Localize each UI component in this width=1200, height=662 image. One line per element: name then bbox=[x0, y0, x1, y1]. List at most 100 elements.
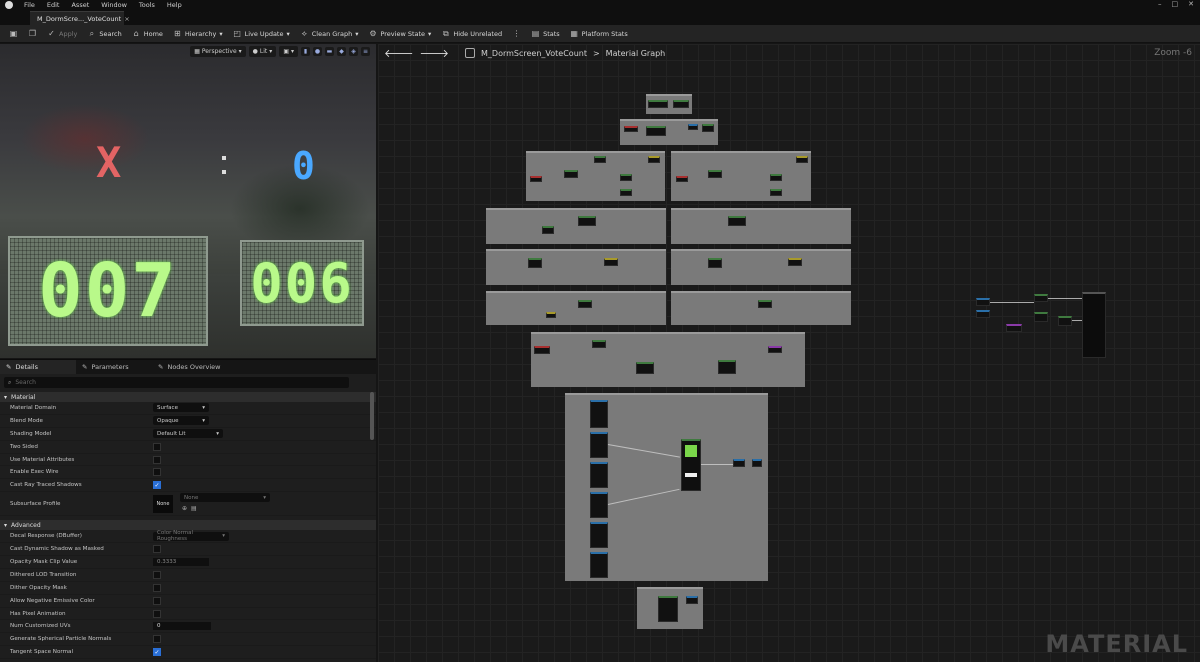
category-advanced[interactable]: ▾ Advanced bbox=[0, 520, 376, 531]
graph-node[interactable] bbox=[676, 176, 688, 182]
graph-node[interactable] bbox=[728, 216, 746, 226]
graph-node[interactable] bbox=[976, 298, 990, 306]
lit-button[interactable]: ● Lit ▾ bbox=[248, 46, 277, 57]
num-customized-uvs-input[interactable]: 0 bbox=[153, 622, 211, 631]
graph-node[interactable] bbox=[688, 124, 698, 130]
preview-settings-icon[interactable]: ≡ bbox=[361, 47, 370, 56]
graph-node[interactable] bbox=[590, 400, 608, 428]
preview-state-button[interactable]: ⚙ Preview State ▾ bbox=[363, 25, 436, 43]
browse-asset-icon[interactable]: ▤ bbox=[191, 505, 197, 512]
graph-node[interactable] bbox=[528, 258, 542, 268]
search-button[interactable]: ⌕ Search bbox=[82, 25, 126, 43]
document-tab[interactable]: M_DormScre..._VoteCount × bbox=[30, 11, 130, 25]
graph-node[interactable] bbox=[681, 439, 701, 491]
graph-node[interactable] bbox=[590, 522, 608, 548]
graph-node[interactable] bbox=[976, 310, 990, 318]
use-material-attributes-checkbox[interactable] bbox=[153, 455, 161, 464]
cast-ray-traced-shadows-checkbox[interactable]: ✓ bbox=[153, 481, 161, 490]
graph-node[interactable] bbox=[590, 462, 608, 488]
graph-node[interactable] bbox=[1006, 324, 1022, 332]
dither-opacity-mask-checkbox[interactable] bbox=[153, 583, 161, 592]
details-scrollbar[interactable] bbox=[370, 392, 374, 440]
menu-help[interactable]: Help bbox=[161, 1, 188, 9]
opacity-mask-clip-input[interactable]: 0.3333 bbox=[153, 557, 209, 566]
preview-cylinder-icon[interactable]: ▮ bbox=[301, 47, 310, 56]
menu-window[interactable]: Window bbox=[95, 1, 133, 9]
graph-node[interactable] bbox=[752, 459, 762, 467]
hierarchy-button[interactable]: ⊞ Hierarchy ▾ bbox=[168, 25, 228, 43]
minimize-icon[interactable]: – bbox=[1158, 0, 1162, 9]
graph-node[interactable] bbox=[648, 100, 668, 108]
toolbar-more-button[interactable]: ⋮ bbox=[507, 25, 526, 43]
graph-node[interactable] bbox=[578, 216, 596, 226]
comment-box[interactable] bbox=[671, 151, 811, 201]
graph-node[interactable] bbox=[620, 189, 632, 196]
graph-node[interactable] bbox=[718, 360, 736, 374]
back-arrow-icon[interactable]: 🡐 bbox=[384, 46, 414, 60]
graph-node[interactable] bbox=[530, 176, 542, 182]
perspective-button[interactable]: ▦ Perspective ▾ bbox=[190, 46, 246, 57]
graph-node[interactable] bbox=[620, 174, 632, 181]
maximize-icon[interactable]: □ bbox=[1172, 0, 1179, 9]
material-graph-canvas[interactable]: 🡐 🡒 M_DormScreen_VoteCount > Material Gr… bbox=[378, 44, 1200, 662]
comment-box[interactable] bbox=[486, 249, 666, 285]
graph-node[interactable] bbox=[578, 300, 592, 308]
graph-node[interactable] bbox=[590, 552, 608, 578]
details-search-input[interactable]: ⌕ Search bbox=[4, 377, 349, 388]
graph-node[interactable] bbox=[788, 258, 802, 266]
two-sided-checkbox[interactable] bbox=[153, 442, 161, 451]
comment-box[interactable] bbox=[486, 291, 666, 325]
subsurface-thumbnail[interactable]: None bbox=[153, 495, 173, 514]
comment-box[interactable] bbox=[671, 249, 851, 285]
home-button[interactable]: ⌂ Home bbox=[127, 25, 168, 43]
tangent-space-normal-checkbox[interactable]: ✓ bbox=[153, 648, 161, 657]
graph-node[interactable] bbox=[702, 124, 714, 132]
menu-tools[interactable]: Tools bbox=[133, 1, 161, 9]
preview-sphere-icon[interactable]: ● bbox=[313, 47, 322, 56]
preview-viewport[interactable]: ▦ Perspective ▾ ● Lit ▾ ▣ ▾ ▮ ● ▬ ◆ ◈ ≡ X 0 0… bbox=[0, 44, 376, 358]
clean-graph-button[interactable]: ⟡ Clean Graph ▾ bbox=[295, 25, 364, 43]
graph-node[interactable] bbox=[542, 226, 554, 234]
comment-box[interactable] bbox=[486, 208, 666, 244]
save-button[interactable]: ▣ bbox=[4, 25, 23, 43]
graph-node[interactable] bbox=[1034, 312, 1048, 322]
graph-node[interactable] bbox=[590, 432, 608, 458]
forward-arrow-icon[interactable]: 🡒 bbox=[420, 46, 450, 60]
unreal-logo-icon[interactable] bbox=[0, 0, 18, 9]
browse-button[interactable]: ❐ bbox=[23, 25, 42, 43]
apply-button[interactable]: ✓ Apply bbox=[42, 25, 82, 43]
graph-node[interactable] bbox=[636, 362, 654, 374]
decal-response-dropdown[interactable]: Color Normal Roughness ▾ bbox=[153, 530, 229, 542]
graph-node[interactable] bbox=[592, 340, 606, 348]
graph-node[interactable] bbox=[708, 170, 722, 178]
tab-parameters[interactable]: ✎ Parameters bbox=[76, 360, 152, 374]
has-pixel-animation-checkbox[interactable] bbox=[153, 609, 161, 618]
breadcrumb-graph[interactable]: Material Graph bbox=[606, 49, 666, 58]
graph-node[interactable] bbox=[594, 156, 606, 163]
cast-dynamic-shadow-checkbox[interactable] bbox=[153, 545, 161, 554]
graph-node[interactable] bbox=[624, 126, 638, 132]
comment-box[interactable] bbox=[620, 119, 718, 145]
graph-node[interactable] bbox=[770, 189, 782, 196]
graph-node[interactable] bbox=[1034, 294, 1048, 302]
category-material[interactable]: ▾ Material bbox=[0, 392, 376, 402]
graph-node[interactable] bbox=[534, 346, 550, 354]
graph-node[interactable] bbox=[604, 258, 618, 266]
platform-stats-button[interactable]: ▦ Platform Stats bbox=[565, 25, 633, 43]
live-update-button[interactable]: ◰ Live Update ▾ bbox=[228, 25, 295, 43]
graph-node[interactable] bbox=[770, 174, 782, 181]
show-button[interactable]: ▣ ▾ bbox=[279, 46, 298, 57]
stats-button[interactable]: ▤ Stats bbox=[526, 25, 565, 43]
tab-details[interactable]: ✎ Details bbox=[0, 360, 76, 374]
graph-node[interactable] bbox=[590, 492, 608, 518]
dithered-lod-checkbox[interactable] bbox=[153, 570, 161, 579]
spherical-normals-checkbox[interactable] bbox=[153, 635, 161, 644]
graph-node[interactable] bbox=[1058, 316, 1072, 326]
graph-node[interactable] bbox=[546, 312, 556, 318]
comment-box[interactable] bbox=[671, 291, 851, 325]
comment-box[interactable] bbox=[531, 332, 805, 387]
allow-negative-emissive-checkbox[interactable] bbox=[153, 596, 161, 605]
preview-cube-icon[interactable]: ◆ bbox=[337, 47, 346, 56]
preview-mesh-icon[interactable]: ◈ bbox=[349, 47, 358, 56]
material-output-node[interactable] bbox=[1082, 292, 1106, 358]
